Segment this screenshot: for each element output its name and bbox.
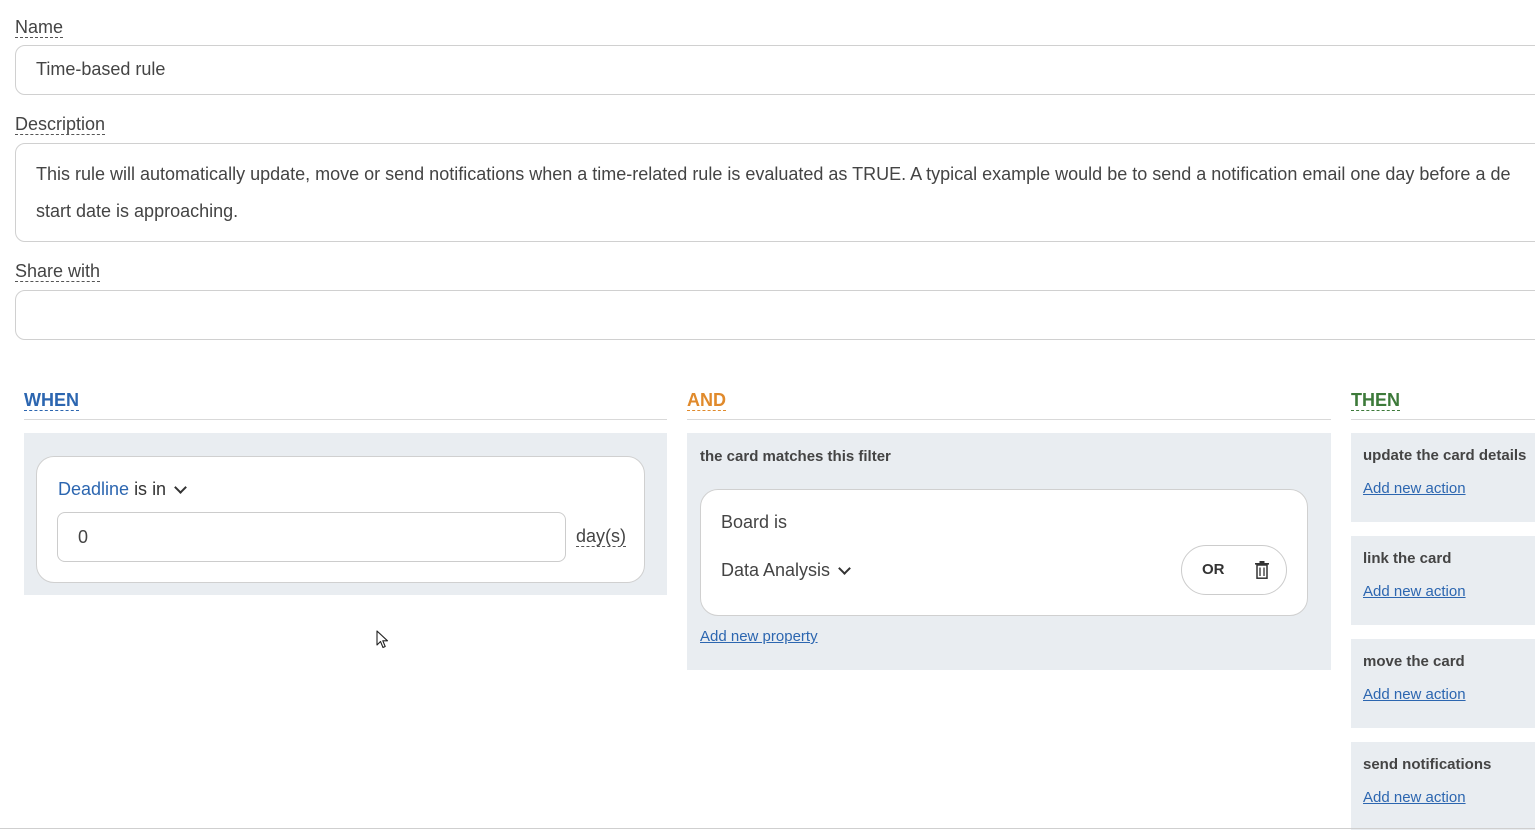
then-group-update: update the card details Add new action (1351, 433, 1535, 522)
add-new-action-link[interactable]: Add new action (1363, 789, 1466, 806)
description-line-2: start date is approaching. (36, 201, 239, 221)
when-divider (24, 419, 667, 420)
filter-card: Board is Data Analysis OR (700, 489, 1308, 616)
when-condition-selector[interactable]: Deadline is in (58, 479, 187, 500)
and-divider (687, 419, 1331, 420)
when-operator[interactable]: is in (134, 479, 166, 500)
chevron-down-icon[interactable] (838, 561, 851, 575)
description-textarea[interactable]: This rule will automatically update, mov… (15, 143, 1535, 242)
then-group-move: move the card Add new action (1351, 639, 1535, 728)
then-group-title: update the card details (1363, 447, 1527, 464)
chevron-down-icon[interactable] (174, 480, 187, 494)
filter-caption: the card matches this filter (700, 448, 891, 465)
days-unit-label: day(s) (576, 526, 627, 547)
then-group-notify: send notifications Add new action (1351, 742, 1535, 830)
bottom-divider (0, 828, 1535, 829)
filter-value-text: Data Analysis (721, 560, 831, 580)
and-section-title: AND (687, 390, 726, 411)
add-new-action-link[interactable]: Add new action (1363, 686, 1466, 703)
trash-icon[interactable] (1254, 561, 1270, 579)
then-group-title: move the card (1363, 653, 1465, 670)
mouse-cursor-icon (376, 630, 389, 649)
name-value: Time-based rule (36, 59, 166, 79)
filter-value-dropdown[interactable]: Data Analysis (721, 560, 851, 581)
share-with-input[interactable] (15, 290, 1535, 340)
when-section-title: WHEN (24, 390, 79, 411)
then-section-title: THEN (1351, 390, 1400, 411)
or-button[interactable]: OR (1202, 561, 1225, 578)
then-group-title: send notifications (1363, 756, 1492, 773)
name-label: Name (15, 17, 64, 38)
days-value: 0 (78, 527, 89, 547)
add-new-action-link[interactable]: Add new action (1363, 583, 1466, 600)
share-with-label: Share with (15, 261, 101, 282)
then-divider (1351, 419, 1535, 420)
days-input[interactable]: 0 (57, 512, 566, 562)
description-line-1: This rule will automatically update, mov… (36, 164, 1511, 184)
when-condition-card: Deadline is in 0 day(s) (36, 456, 645, 583)
or-pill: OR (1181, 545, 1287, 595)
when-field[interactable]: Deadline (58, 479, 129, 500)
name-input[interactable]: Time-based rule (15, 45, 1535, 95)
filter-property: Board is (721, 512, 788, 532)
then-group-title: link the card (1363, 550, 1452, 567)
description-label: Description (15, 114, 106, 135)
rule-editor-page: Name Time-based rule Description This ru… (0, 0, 1535, 830)
and-panel: the card matches this filter Board is Da… (687, 433, 1331, 670)
add-new-action-link[interactable]: Add new action (1363, 480, 1466, 497)
add-new-property-link[interactable]: Add new property (700, 628, 818, 645)
then-group-link: link the card Add new action (1351, 536, 1535, 625)
